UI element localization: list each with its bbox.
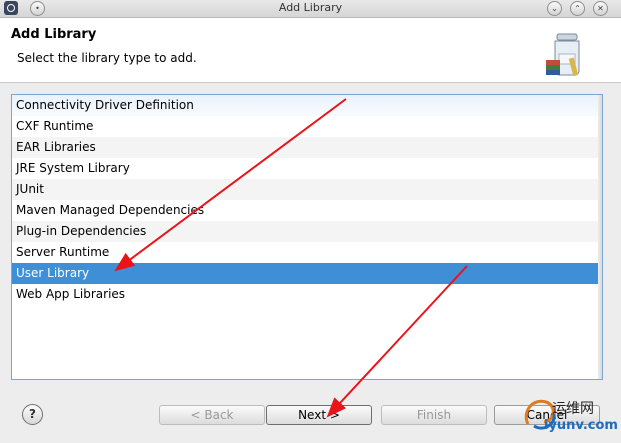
list-item-selected[interactable]: User Library xyxy=(12,263,602,284)
list-item[interactable]: Maven Managed Dependencies xyxy=(12,200,602,221)
list-item[interactable]: CXF Runtime xyxy=(12,116,602,137)
page-description: Select the library type to add. xyxy=(17,51,197,65)
list-item[interactable]: Connectivity Driver Definition xyxy=(12,95,602,116)
wizard-header: Add Library Select the library type to a… xyxy=(0,18,621,83)
list-item[interactable]: Server Runtime xyxy=(12,242,602,263)
library-jar-icon xyxy=(546,33,580,77)
finish-button[interactable]: Finish xyxy=(381,405,487,425)
back-button[interactable]: < Back xyxy=(159,405,265,425)
list-item[interactable]: JRE System Library xyxy=(12,158,602,179)
minimize-icon[interactable]: ⌄ xyxy=(547,1,562,16)
library-type-list[interactable]: Connectivity Driver Definition CXF Runti… xyxy=(11,94,603,380)
window-titlebar: • Add Library ⌄ ⌃ ✕ xyxy=(0,0,621,18)
next-button[interactable]: Next > xyxy=(266,405,372,425)
list-border-shade xyxy=(598,95,602,379)
list-item[interactable]: EAR Libraries xyxy=(12,137,602,158)
close-icon[interactable]: ✕ xyxy=(593,1,608,16)
page-title: Add Library xyxy=(11,27,97,42)
list-item[interactable]: JUnit xyxy=(12,179,602,200)
watermark: 运维网 iyunv.com xyxy=(520,390,621,443)
list-item[interactable]: Web App Libraries xyxy=(12,284,602,305)
watermark-site-name: 运维网 xyxy=(552,401,594,417)
maximize-icon[interactable]: ⌃ xyxy=(570,1,585,16)
watermark-url: iyunv.com xyxy=(544,418,618,433)
list-item[interactable]: Plug-in Dependencies xyxy=(12,221,602,242)
window-title: Add Library xyxy=(278,1,343,14)
help-button[interactable]: ? xyxy=(22,404,43,425)
